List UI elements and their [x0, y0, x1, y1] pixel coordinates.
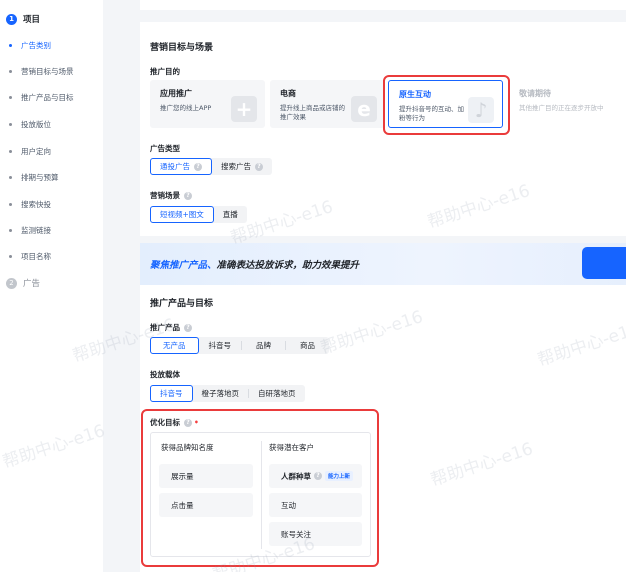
sidebar-item-search[interactable]: 搜索快投 — [9, 199, 51, 210]
sidebar-item-targeting[interactable]: 用户定向 — [9, 146, 51, 157]
help-icon[interactable]: ? — [194, 162, 202, 171]
option-label: 通投广告 — [160, 162, 190, 171]
goal-desc: 提升线上商品或店铺的推广效果 — [280, 104, 345, 121]
sidebar-item-marketing-goal[interactable]: 营销目标与场景 — [9, 66, 74, 77]
purpose-label: 推广目的 — [150, 67, 180, 76]
scene-label: 营销场景 ? — [150, 190, 192, 201]
bullet-icon — [9, 150, 12, 153]
bullet-icon — [9, 123, 12, 126]
product-douyin[interactable]: 抖音号 — [199, 337, 242, 354]
ad-type-general[interactable]: 通投广告? — [150, 158, 212, 175]
help-icon[interactable]: ? — [184, 191, 192, 200]
scene-live[interactable]: 直播 — [214, 206, 247, 223]
bullet-icon — [9, 70, 12, 73]
sidebar-item-label: 营销目标与场景 — [21, 67, 74, 76]
product-label: 推广产品 ? — [150, 322, 192, 333]
sidebar-item-product[interactable]: 推广产品与目标 — [9, 92, 74, 103]
goal-coming-soon: 敬请期待 其他推广目的正在逐步开放中 — [509, 80, 619, 128]
step-ad[interactable]: 2 广告 — [6, 277, 40, 289]
sidebar-item-label: 监测链接 — [21, 226, 51, 235]
scene-label-text: 营销场景 — [150, 191, 180, 200]
carrier-self-page[interactable]: 自研落地页 — [249, 385, 305, 402]
help-icon[interactable]: ? — [184, 323, 192, 332]
sidebar-item-label: 投放版位 — [21, 120, 51, 129]
banner-rest: 准确表达投放诉求，助力效果提升 — [216, 260, 360, 271]
section-title: 营销目标与场景 — [150, 43, 214, 53]
bullet-icon — [9, 203, 12, 206]
ad-type-label: 广告类型 — [150, 143, 180, 154]
ad-type-search[interactable]: 搜索广告? — [212, 158, 272, 175]
tip-banner: 聚焦推广产品、准确表达投放诉求，助力效果提升 — [140, 243, 626, 285]
banner-logo-icon — [582, 247, 626, 279]
goal-title: 敬请期待 — [519, 89, 551, 98]
highlight-box — [383, 75, 510, 135]
product-goods[interactable]: 商品 — [286, 337, 329, 354]
bullet-icon — [9, 255, 12, 258]
bullet-icon — [9, 44, 12, 47]
sidebar-item-label: 搜索快投 — [21, 200, 51, 209]
plus-icon: + — [231, 96, 257, 122]
ad-type-segment: 通投广告? 搜索广告? — [150, 158, 272, 175]
goal-desc: 其他推广目的正在逐步开放中 — [519, 104, 604, 112]
bullet-icon — [9, 176, 12, 179]
step-number: 2 — [6, 277, 17, 289]
scene-segment: 短视频+图文 直播 — [150, 206, 247, 223]
highlight-box — [141, 409, 379, 567]
product-segment: 无产品 抖音号 品牌 商品 — [150, 337, 329, 354]
sidebar-item-placement[interactable]: 投放版位 — [9, 119, 51, 130]
sidebar-item-monitor[interactable]: 监测链接 — [9, 225, 51, 236]
step-label: 项目 — [23, 15, 41, 25]
product-none[interactable]: 无产品 — [150, 337, 199, 354]
ecommerce-icon: e — [351, 96, 377, 122]
step-label: 广告 — [23, 279, 41, 289]
goal-app-promotion[interactable]: 应用推广 推广您的线上APP + — [150, 80, 265, 128]
bullet-icon — [9, 96, 12, 99]
product-label-text: 推广产品 — [150, 323, 180, 332]
sidebar-item-label: 广告类别 — [21, 41, 51, 50]
banner-highlight: 聚焦推广产品、 — [150, 260, 217, 271]
ad-type-label-text: 广告类型 — [150, 144, 180, 153]
sidebar-item-name[interactable]: 项目名称 — [9, 251, 51, 262]
sidebar: 1 项目 广告类别 营销目标与场景 推广产品与目标 投放版位 用户定向 排期与预… — [0, 0, 103, 572]
top-card — [140, 0, 626, 10]
sidebar-item-schedule[interactable]: 排期与预算 — [9, 172, 59, 183]
option-label: 搜索广告 — [221, 162, 251, 171]
step-project[interactable]: 1 项目 — [6, 13, 40, 25]
step-number: 1 — [6, 13, 17, 25]
carrier-label: 投放载体 — [150, 370, 180, 379]
carrier-orange-page[interactable]: 橙子落地页 — [193, 385, 249, 402]
sidebar-item-label: 排期与预算 — [21, 173, 59, 182]
sidebar-item-label: 项目名称 — [21, 252, 51, 261]
sidebar-item-label: 用户定向 — [21, 147, 51, 156]
carrier-douyin[interactable]: 抖音号 — [150, 385, 193, 402]
sidebar-item-ad-category[interactable]: 广告类别 — [9, 40, 51, 51]
carrier-segment: 抖音号 橙子落地页 自研落地页 — [150, 385, 305, 402]
section-title: 推广产品与目标 — [150, 299, 214, 309]
banner-text: 聚焦推广产品、准确表达投放诉求，助力效果提升 — [150, 257, 359, 271]
help-icon[interactable]: ? — [255, 162, 263, 171]
goal-ecommerce[interactable]: 电商 提升线上商品或店铺的推广效果 e — [270, 80, 385, 128]
scene-short-video[interactable]: 短视频+图文 — [150, 206, 214, 223]
bullet-icon — [9, 229, 12, 232]
sidebar-item-label: 推广产品与目标 — [21, 93, 74, 102]
product-brand[interactable]: 品牌 — [242, 337, 285, 354]
